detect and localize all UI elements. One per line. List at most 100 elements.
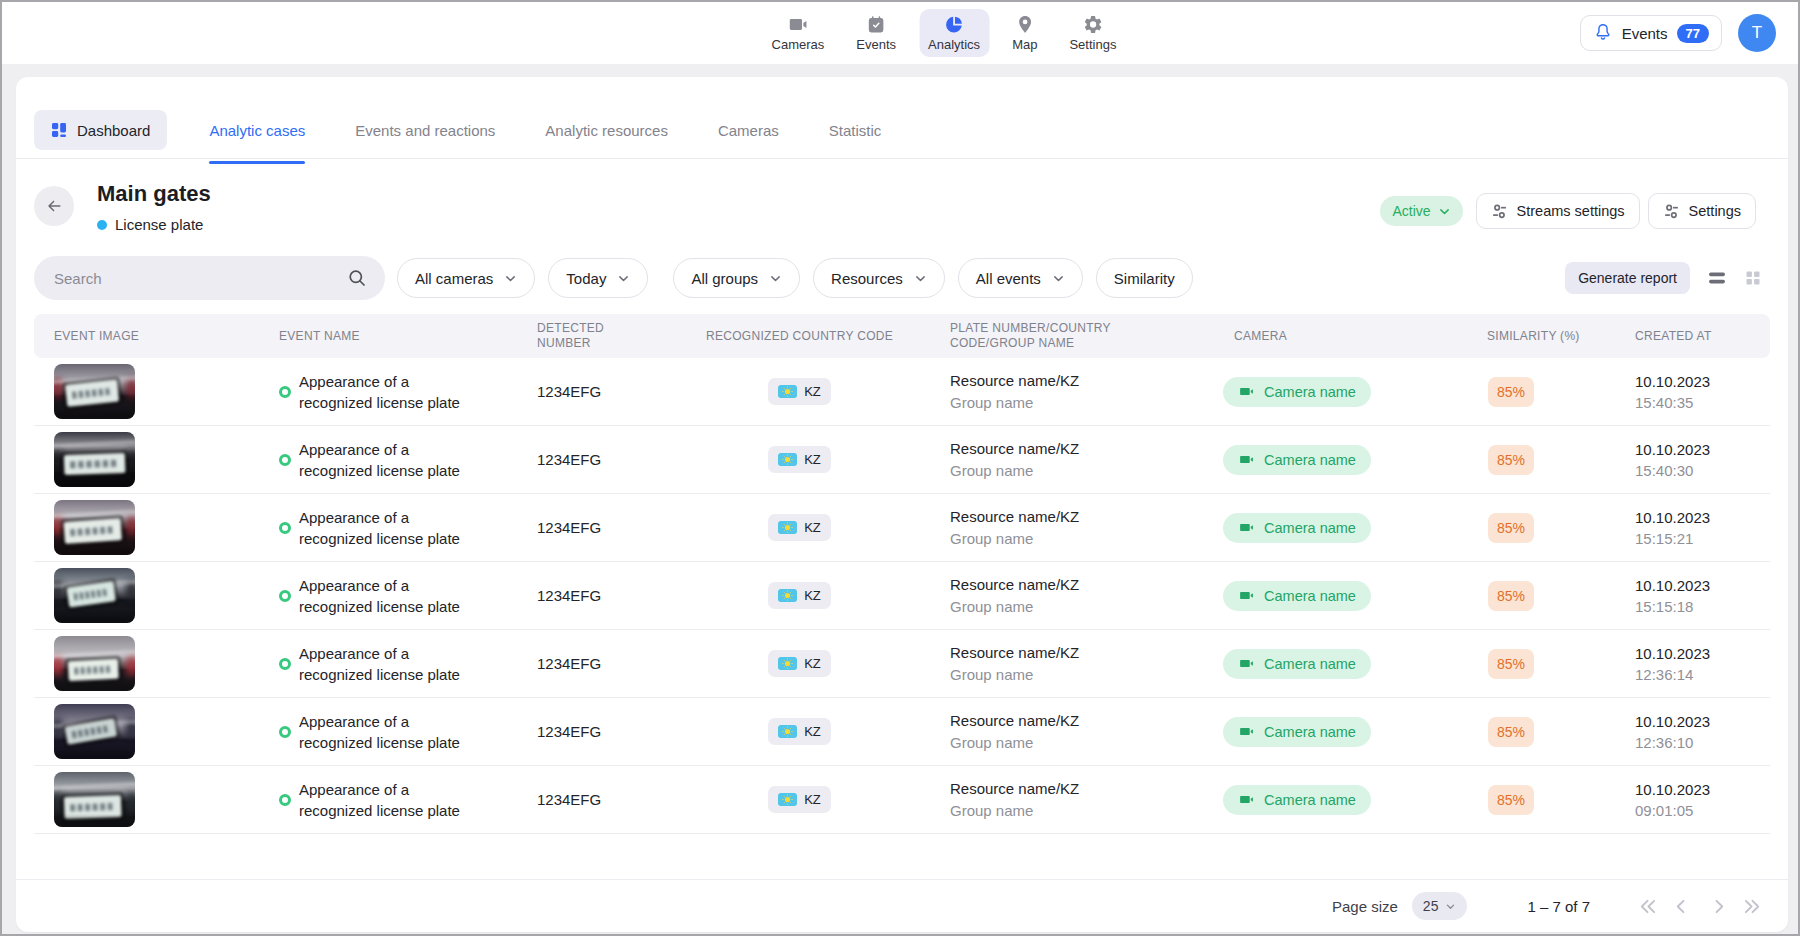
- resource-name: Resource name/KZ: [950, 370, 1162, 392]
- license-plate-thumbnail[interactable]: [54, 568, 135, 623]
- group-name: Group name: [950, 596, 1162, 618]
- event-name: Appearance of a recognized license plate: [299, 643, 471, 685]
- kz-flag-icon: [778, 725, 797, 738]
- filters-row: All cameras Today All groups Resources All e…: [16, 256, 1788, 300]
- event-image-cell: [34, 704, 267, 759]
- table-row[interactable]: Appearance of a recognized license plate…: [34, 766, 1770, 834]
- search-input[interactable]: [52, 269, 347, 288]
- list-view-button[interactable]: [1707, 268, 1727, 288]
- pager: [1638, 897, 1762, 916]
- pagination-range: 1 – 7 of 7: [1527, 898, 1590, 915]
- generate-report-button[interactable]: Generate report: [1565, 262, 1690, 294]
- country-code-label: KZ: [804, 656, 821, 671]
- plate-group-cell: Resource name/KZGroup name: [922, 642, 1162, 686]
- last-page-button[interactable]: [1743, 897, 1762, 916]
- nav-item-label: Map: [1012, 37, 1037, 52]
- search-icon: [347, 268, 367, 288]
- license-plate-thumbnail[interactable]: [54, 364, 135, 419]
- camera-badge[interactable]: Camera name: [1223, 717, 1371, 747]
- table-row[interactable]: Appearance of a recognized license plate…: [34, 562, 1770, 630]
- sliders-icon: [1491, 203, 1508, 220]
- event-status-ring-icon: [279, 590, 291, 602]
- filter-dropdown-all-cameras[interactable]: All cameras: [397, 258, 535, 298]
- camera-badge[interactable]: Camera name: [1223, 785, 1371, 815]
- nav-item-label: Analytics: [928, 37, 980, 52]
- event-image-cell: [34, 636, 267, 691]
- filter-dropdown-all-groups[interactable]: All groups: [673, 258, 800, 298]
- created-date: 10.10.2023: [1635, 779, 1770, 800]
- nav-item-settings[interactable]: Settings: [1060, 9, 1125, 57]
- table-row[interactable]: Appearance of a recognized license plate…: [34, 630, 1770, 698]
- table-row[interactable]: Appearance of a recognized license plate…: [34, 426, 1770, 494]
- plate-group-cell: Resource name/KZGroup name: [922, 506, 1162, 550]
- resource-name: Resource name/KZ: [950, 574, 1162, 596]
- settings-button-label: Settings: [1689, 203, 1741, 219]
- search-box[interactable]: [34, 256, 385, 300]
- group-name: Group name: [950, 664, 1162, 686]
- camera-icon: [1238, 655, 1255, 672]
- camera-badge[interactable]: Camera name: [1223, 513, 1371, 543]
- streams-settings-button[interactable]: Streams settings: [1476, 193, 1640, 229]
- camera-badge[interactable]: Camera name: [1223, 649, 1371, 679]
- tab-events-and-reactions[interactable]: Events and reactions: [355, 110, 495, 150]
- camera-name: Camera name: [1264, 724, 1356, 740]
- camera-badge[interactable]: Camera name: [1223, 377, 1371, 407]
- resource-name: Resource name/KZ: [950, 506, 1162, 528]
- analytics-type-dot: [97, 220, 107, 230]
- country-code-cell: KZ: [677, 786, 922, 813]
- license-plate-thumbnail[interactable]: [54, 772, 135, 827]
- back-button[interactable]: [34, 186, 74, 226]
- filter-dropdown-all-events[interactable]: All events: [958, 258, 1083, 298]
- event-status-ring-icon: [279, 726, 291, 738]
- event-image-cell: [34, 364, 267, 419]
- events-button[interactable]: Events 77: [1580, 15, 1722, 51]
- chevron-down-icon: [504, 272, 517, 285]
- topbar: Cameras Events Analytics Map Settings Events…: [2, 2, 1798, 64]
- created-time: 15:15:21: [1635, 528, 1770, 549]
- chevron-down-icon: [914, 272, 927, 285]
- tab-analytic-cases[interactable]: Analytic cases: [209, 110, 305, 150]
- filter-tools: Generate report: [1565, 262, 1762, 294]
- license-plate-thumbnail[interactable]: [54, 500, 135, 555]
- tab-cameras[interactable]: Cameras: [718, 110, 779, 150]
- similarity-badge: 85%: [1488, 445, 1534, 475]
- settings-button[interactable]: Settings: [1648, 193, 1756, 229]
- nav-item-analytics[interactable]: Analytics: [919, 9, 989, 57]
- event-name-cell: Appearance of a recognized license plate: [267, 643, 527, 685]
- license-plate-thumbnail[interactable]: [54, 432, 135, 487]
- nav-item-map[interactable]: Map: [1003, 9, 1046, 57]
- camera-badge[interactable]: Camera name: [1223, 445, 1371, 475]
- bell-icon: [1593, 22, 1613, 45]
- tab-analytic-resources[interactable]: Analytic resources: [545, 110, 668, 150]
- table-row[interactable]: Appearance of a recognized license plate…: [34, 494, 1770, 562]
- chevron-down-icon: [769, 272, 782, 285]
- created-at-cell: 10.10.202315:40:35: [1612, 371, 1770, 413]
- kz-flag-icon: [778, 385, 797, 398]
- prev-page-button[interactable]: [1673, 897, 1692, 916]
- event-name-cell: Appearance of a recognized license plate: [267, 507, 527, 549]
- status-dropdown[interactable]: Active: [1380, 196, 1462, 226]
- avatar[interactable]: T: [1738, 14, 1776, 52]
- filter-dropdown-today[interactable]: Today: [548, 258, 648, 298]
- nav-item-events[interactable]: Events: [847, 9, 905, 57]
- page-size-dropdown[interactable]: 25: [1412, 892, 1468, 920]
- camera-icon: [1238, 791, 1255, 808]
- license-plate-thumbnail[interactable]: [54, 704, 135, 759]
- table-row[interactable]: Appearance of a recognized license plate…: [34, 358, 1770, 426]
- nav-item-label: Events: [856, 37, 896, 52]
- similarity-filter-button[interactable]: Similarity: [1096, 258, 1193, 298]
- next-page-button[interactable]: [1708, 897, 1727, 916]
- filter-dropdown-resources[interactable]: Resources: [813, 258, 945, 298]
- chevron-down-icon: [1445, 901, 1456, 912]
- license-plate-thumbnail[interactable]: [54, 636, 135, 691]
- table-row[interactable]: Appearance of a recognized license plate…: [34, 698, 1770, 766]
- camera-badge[interactable]: Camera name: [1223, 581, 1371, 611]
- tab-statistic[interactable]: Statistic: [829, 110, 882, 150]
- column-header: PLATE NUMBER/COUNTRY CODE/GROUP NAME: [922, 321, 1162, 351]
- grid-view-button[interactable]: [1744, 269, 1762, 287]
- created-date: 10.10.2023: [1635, 371, 1770, 392]
- nav-item-cameras[interactable]: Cameras: [763, 9, 834, 57]
- first-page-button[interactable]: [1638, 897, 1657, 916]
- dashboard-button[interactable]: Dashboard: [34, 110, 167, 150]
- similarity-badge: 85%: [1488, 785, 1534, 815]
